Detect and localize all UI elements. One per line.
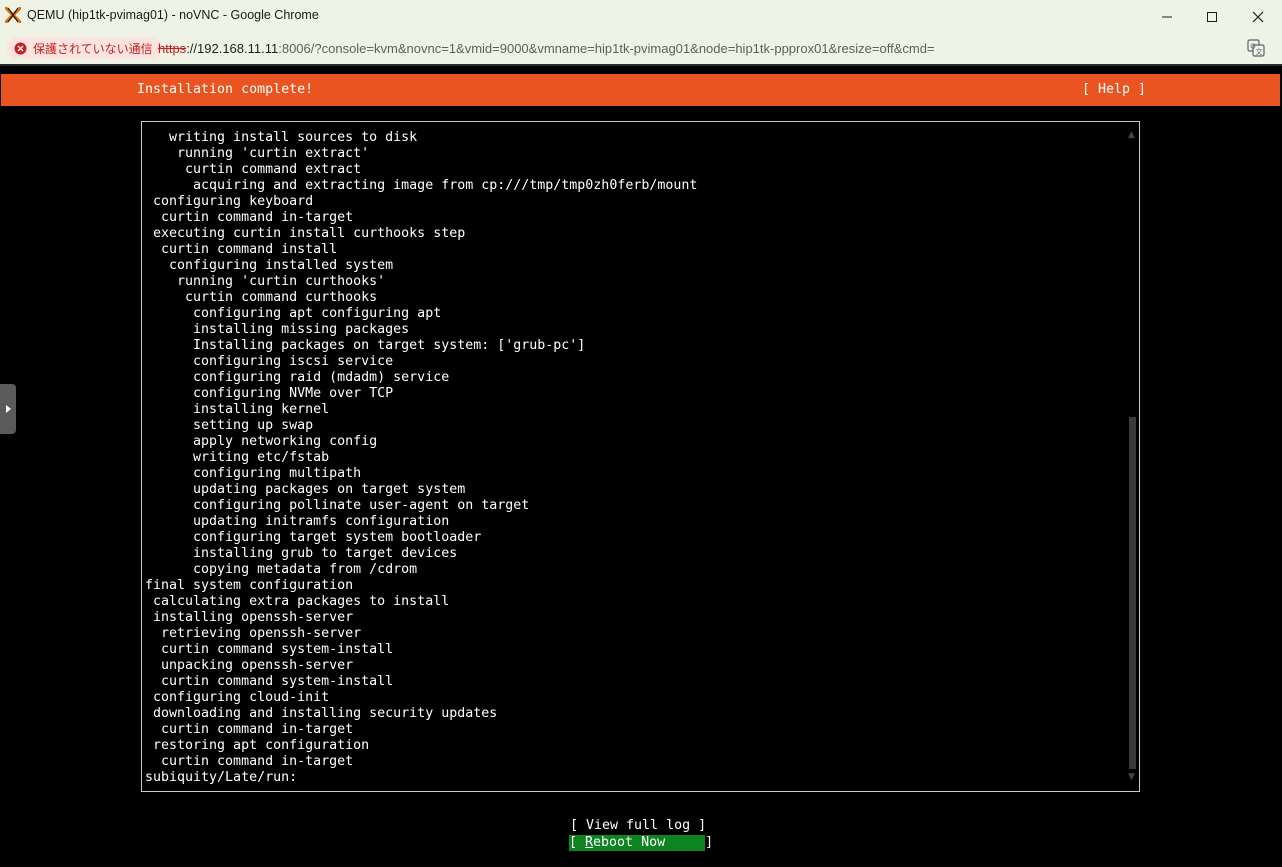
proxmox-app-icon [5, 7, 21, 23]
log-line: installing grub to target devices [145, 546, 458, 561]
log-line: writing install sources to disk [145, 130, 418, 145]
url-field[interactable]: https://192.168.11.11:8006/?console=kvm&… [158, 41, 935, 56]
log-line: configuring target system bootloader [145, 530, 482, 545]
view-full-log-button[interactable]: [ View full log ] [570, 818, 706, 833]
svg-text:文: 文 [1256, 47, 1263, 56]
minimize-icon [1162, 16, 1172, 17]
url-scheme: https [158, 41, 187, 56]
log-line: unpacking openssh-server [145, 658, 354, 673]
log-line: configuring installed system [145, 258, 394, 273]
url-path: :8006/?console=kvm&novnc=1&vmid=9000&vmn… [278, 41, 935, 56]
novnc-control-bar-handle[interactable] [0, 384, 16, 434]
chevron-right-icon [6, 405, 11, 413]
log-line: configuring iscsi service [145, 354, 394, 369]
log-line: configuring NVMe over TCP [145, 386, 394, 401]
log-line: curtin command curthooks [145, 290, 378, 305]
scroll-up-arrow-icon[interactable]: ▲ [1128, 130, 1135, 140]
reboot-bracket: [ [569, 835, 586, 850]
scroll-down-arrow-icon[interactable]: ▼ [1128, 772, 1135, 782]
close-icon [1252, 11, 1264, 22]
log-line: downloading and installing security upda… [145, 706, 498, 721]
log-line: curtin command in-target [145, 722, 354, 737]
window-titlebar: QEMU (hip1tk-pvimag01) - noVNC - Google … [0, 0, 1282, 33]
log-line: updating initramfs configuration [145, 514, 450, 529]
security-label: 保護されていない通信 [33, 41, 153, 56]
log-line: subiquity/Late/run: [145, 770, 298, 785]
log-line: curtin command in-target [145, 754, 354, 769]
scrollbar-thumb[interactable] [1129, 417, 1136, 769]
maximize-button[interactable] [1189, 0, 1235, 33]
log-line: updating packages on target system [145, 482, 466, 497]
log-line: curtin command system-install [145, 674, 394, 689]
window-title: QEMU (hip1tk-pvimag01) - noVNC - Google … [27, 8, 319, 22]
log-line: installing kernel [145, 402, 330, 417]
reboot-label: eboot Now ] [593, 835, 714, 850]
log-line: curtin command install [145, 242, 338, 257]
log-line: configuring multipath [145, 466, 362, 481]
reboot-now-button[interactable]: [ Reboot Now ] [569, 835, 713, 851]
address-bar: 保護されていない通信 https://192.168.11.11:8006/?c… [0, 33, 1282, 64]
log-line: installing openssh-server [145, 610, 354, 625]
log-line: restoring apt configuration [145, 738, 370, 753]
log-line: executing curtin install curthooks step [145, 226, 466, 241]
translate-icon[interactable]: G 文 [1247, 39, 1265, 57]
maximize-icon [1207, 11, 1217, 22]
log-line: configuring pollinate user-agent on targ… [145, 498, 530, 513]
help-button[interactable]: [ Help ] [1082, 82, 1146, 97]
log-line: running 'curtin extract' [145, 146, 370, 161]
log-line: acquiring and extracting image from cp:/… [145, 178, 698, 193]
log-line: Installing packages on target system: ['… [145, 338, 586, 353]
warning-icon [14, 42, 27, 54]
reboot-hotkey: R [585, 835, 594, 850]
log-line: retrieving openssh-server [145, 626, 362, 641]
page-title: Installation complete! [137, 82, 314, 97]
minimize-button[interactable] [1144, 0, 1190, 33]
url-host: ://192.168.11.11 [186, 41, 279, 56]
log-line: curtin command extract [145, 162, 362, 177]
log-line: configuring apt configuring apt [145, 306, 442, 321]
log-line: configuring keyboard [145, 194, 314, 209]
security-indicator[interactable]: 保護されていない通信 [6, 37, 162, 59]
log-line: running 'curtin curthooks' [145, 274, 386, 289]
log-line: setting up swap [145, 418, 314, 433]
log-line: copying metadata from /cdrom [145, 562, 418, 577]
log-line: calculating extra packages to install [145, 594, 450, 609]
log-line: installing missing packages [145, 322, 410, 337]
log-line: configuring raid (mdadm) service [145, 370, 450, 385]
log-line: apply networking config [145, 434, 378, 449]
log-line: configuring cloud-init [145, 690, 330, 705]
log-line: final system configuration [145, 578, 354, 593]
log-line: curtin command in-target [145, 210, 354, 225]
log-line: writing etc/fstab [145, 450, 330, 465]
log-line: curtin command system-install [145, 642, 394, 657]
close-button[interactable] [1235, 0, 1281, 33]
install-log: writing install sources to disk running … [145, 130, 697, 786]
